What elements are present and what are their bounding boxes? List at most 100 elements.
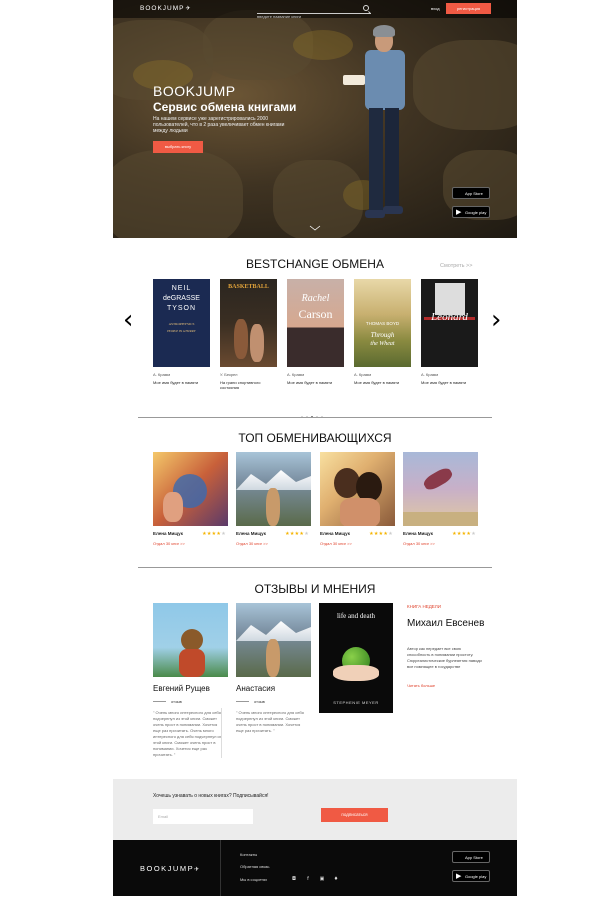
paper-plane-icon: ✈ xyxy=(185,6,192,12)
book-title[interactable]: Мое имя будет в памяти xyxy=(421,380,478,385)
trader-name: Елена Мищук xyxy=(153,531,183,536)
footer-app-store-badge[interactable]: App Store xyxy=(452,851,490,863)
trader-card[interactable]: Елена Мищук ★★★★★ Отдал 30 книг >> xyxy=(153,452,228,546)
trader-books-link[interactable]: Отдал 30 книг >> xyxy=(403,541,435,546)
review-separator xyxy=(221,708,222,758)
hero-description: На нашем сервисе уже зарегистрировались … xyxy=(153,116,285,134)
book-author: А. Крамм xyxy=(354,372,372,377)
book-card[interactable]: Rachel Carson А. Крамм Мое имя будет в п… xyxy=(287,279,344,385)
trader-photo[interactable] xyxy=(236,452,311,526)
book-of-week-cover[interactable]: life and death STEPHENIE MEYER xyxy=(319,603,393,713)
register-button[interactable]: регистрация xyxy=(446,3,491,14)
see-more-link[interactable]: Смотреть >> xyxy=(440,263,472,269)
trader-name: Елена Мищук xyxy=(320,531,350,536)
trader-books-link[interactable]: Отдал 30 книг >> xyxy=(236,541,268,546)
book-card[interactable]: NEIL deGRASSE TYSON ASTROPHYSICS PEOPLE … xyxy=(153,279,210,385)
review-text: " Очень много интересного для себя подче… xyxy=(236,710,304,733)
book-cover[interactable]: NEIL deGRASSE TYSON ASTROPHYSICS PEOPLE … xyxy=(153,279,210,367)
book-of-week-description: Автор как передает все свою способность … xyxy=(407,646,482,669)
book-author: У. Бекрел xyxy=(220,372,238,377)
scroll-down-chevron-icon[interactable] xyxy=(309,225,321,231)
book-card[interactable]: THOMAS BOYD Through the Wheat А. Крамм М… xyxy=(354,279,411,385)
book-author: А. Крамм xyxy=(287,372,305,377)
trader-books-link[interactable]: Отдал 30 книг >> xyxy=(320,541,352,546)
section-divider xyxy=(138,417,492,418)
footer-separator xyxy=(220,840,221,896)
facebook-icon[interactable]: f xyxy=(305,876,311,882)
reviewer-photo xyxy=(236,603,311,677)
book-cover[interactable]: BASKETBALL xyxy=(220,279,277,367)
rating-stars: ★★★★★ xyxy=(452,531,476,537)
rating-stars: ★★★★★ xyxy=(369,531,393,537)
search-icon[interactable] xyxy=(363,5,369,11)
book-icon xyxy=(343,75,365,85)
book-author: А. Крамм xyxy=(421,372,439,377)
carousel-next-arrow-icon[interactable]: › xyxy=(491,305,501,335)
book-card[interactable]: Leonard А. Крамм Мое имя будет в памяти xyxy=(421,279,478,385)
trader-photo[interactable] xyxy=(153,452,228,526)
read-more-link[interactable]: Читать больше xyxy=(407,683,435,688)
vk-icon[interactable]: ▣ xyxy=(319,876,325,882)
subscribe-button[interactable]: подписаться xyxy=(321,808,388,822)
subscribe-title: Хочешь узнавать о новых книгах? Подписыв… xyxy=(153,793,269,799)
instagram-icon[interactable]: ◘ xyxy=(291,876,297,882)
trader-name: Елена Мищук xyxy=(403,531,433,536)
reviews-title: ОТЗЫВЫ И МНЕНИЯ xyxy=(254,582,376,596)
reviewer-photo xyxy=(153,603,228,677)
book-title[interactable]: Мое имя будет в памяти xyxy=(354,380,411,385)
hero-subtitle: Сервис обмена книгами xyxy=(153,100,297,114)
login-link[interactable]: вход xyxy=(431,6,440,11)
reviewer-name: Анастасия xyxy=(236,684,276,693)
paper-plane-icon: ✈ xyxy=(194,867,201,873)
hero-banner: BOOKJUMP✈ вход регистрация BOOKJUMP Серв… xyxy=(113,0,517,238)
trader-books-link[interactable]: Отдал 30 книг >> xyxy=(153,541,185,546)
search-input[interactable] xyxy=(257,12,357,21)
rating-stars: ★★★★★ xyxy=(285,531,309,537)
email-field[interactable] xyxy=(153,809,253,824)
book-cover[interactable]: Leonard xyxy=(421,279,478,367)
choose-book-button[interactable]: выбрать книгу xyxy=(153,141,203,153)
footer-logo[interactable]: BOOKJUMP✈ xyxy=(140,864,201,873)
section-divider xyxy=(138,567,492,568)
review-card: Евгений Рущев отзыв " Очень много интере… xyxy=(153,603,228,758)
review-card: Анастасия отзыв " Очень много интересног… xyxy=(236,603,311,734)
review-label: отзыв xyxy=(153,699,228,704)
review-label: отзыв xyxy=(236,699,311,704)
book-title[interactable]: Мое имя будет в памяти xyxy=(153,380,210,385)
hero-person-image xyxy=(343,20,445,230)
carousel-dots xyxy=(301,405,326,423)
book-cover[interactable]: THOMAS BOYD Through the Wheat xyxy=(354,279,411,367)
footer-link-social[interactable]: Мы в соцсетях xyxy=(240,877,267,882)
book-title[interactable]: На грани спортивного состояния xyxy=(220,380,277,390)
reviewer-name: Евгений Рущев xyxy=(153,684,210,693)
carousel-prev-arrow-icon[interactable]: ‹ xyxy=(123,305,133,335)
google-play-badge[interactable]: ▶ Google play xyxy=(452,206,490,218)
search-bar xyxy=(257,5,371,21)
review-text: " Очень много интересного для себя подче… xyxy=(153,710,222,757)
trader-photo[interactable] xyxy=(403,452,478,526)
trader-photo[interactable] xyxy=(320,452,395,526)
app-store-badge[interactable]: App Store xyxy=(452,187,490,199)
book-title[interactable]: Мое имя будет в памяти xyxy=(287,380,344,385)
subscribe-section: Хочешь узнавать о новых книгах? Подписыв… xyxy=(113,779,517,840)
footer: BOOKJUMP✈ Контакты Обратная связь Мы в с… xyxy=(113,840,517,896)
header-logo[interactable]: BOOKJUMP✈ xyxy=(140,5,192,12)
play-icon: ▶ xyxy=(456,873,462,880)
rating-stars: ★★★★★ xyxy=(202,531,226,537)
trader-card[interactable]: Елена Мищук ★★★★★ Отдал 30 книг >> xyxy=(403,452,478,546)
book-card[interactable]: BASKETBALL У. Бекрел На грани спортивног… xyxy=(220,279,277,390)
trader-card[interactable]: Елена Мищук ★★★★★ Отдал 30 книг >> xyxy=(320,452,395,546)
trader-name: Елена Мищук xyxy=(236,531,266,536)
footer-google-play-badge[interactable]: ▶ Google play xyxy=(452,870,490,882)
trader-card[interactable]: Елена Мищук ★★★★★ Отдал 30 книг >> xyxy=(236,452,311,546)
hero-title: BOOKJUMP xyxy=(153,83,236,99)
play-icon: ▶ xyxy=(456,209,462,216)
book-author: А. Крамм xyxy=(153,372,171,377)
book-cover[interactable]: Rachel Carson xyxy=(287,279,344,367)
top-traders-title: ТОП ОБМЕНИВАЮЩИХСЯ xyxy=(238,431,392,445)
footer-link-contacts[interactable]: Контакты xyxy=(240,852,257,857)
footer-link-feedback[interactable]: Обратная связь xyxy=(240,864,269,869)
book-of-week-author: Михаил Евсенев xyxy=(407,618,485,629)
twitter-icon[interactable]: ♦ xyxy=(333,876,339,882)
book-of-week-label: КНИГА НЕДЕЛИ xyxy=(407,604,441,609)
